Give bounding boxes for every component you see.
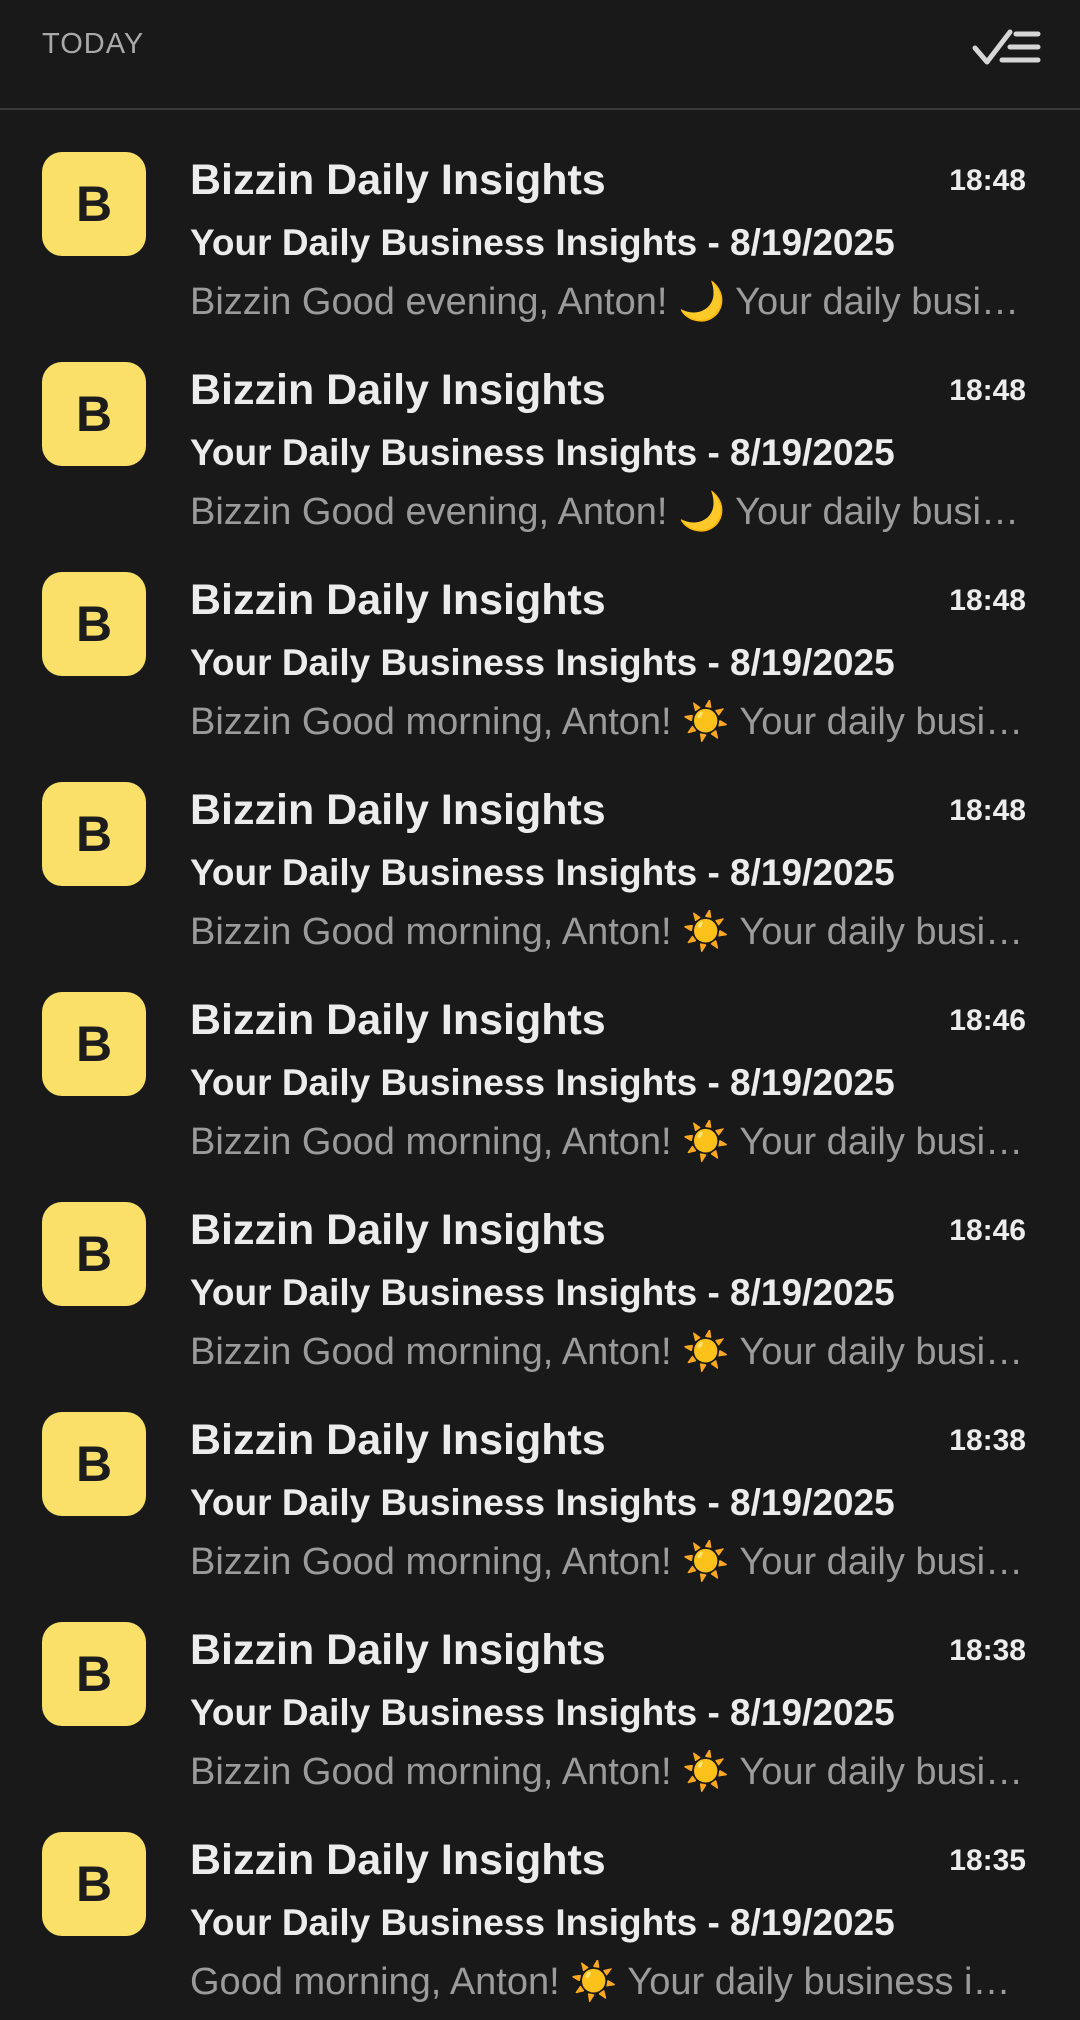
message-subject: Your Daily Business Insights - 8/19/2025 — [190, 1062, 895, 1103]
sender-name: Bizzin Daily Insights — [190, 156, 606, 204]
sender-avatar: B — [42, 1412, 146, 1516]
sender-name: Bizzin Daily Insights — [190, 1206, 606, 1254]
message-time: 18:46 — [949, 1214, 1026, 1247]
message-item[interactable]: B Bizzin Daily Insights 18:35 Your Daily… — [0, 1810, 1080, 2020]
sender-name: Bizzin Daily Insights — [190, 1836, 606, 1884]
message-preview: Bizzin Good morning, Anton! ☀️ Your dail… — [190, 1331, 1026, 1373]
message-preview: Bizzin Good evening, Anton! 🌙 Your daily… — [190, 491, 1026, 533]
message-time: 18:38 — [949, 1424, 1026, 1457]
sender-avatar: B — [42, 152, 146, 256]
message-preview: Bizzin Good morning, Anton! ☀️ Your dail… — [190, 1751, 1026, 1793]
checklist-check-icon — [972, 29, 1041, 65]
message-subject: Your Daily Business Insights - 8/19/2025 — [190, 1692, 895, 1733]
message-preview: Bizzin Good morning, Anton! ☀️ Your dail… — [190, 1121, 1026, 1163]
message-time: 18:46 — [949, 1004, 1026, 1037]
message-subject: Your Daily Business Insights - 8/19/2025 — [190, 1272, 895, 1313]
message-item[interactable]: B Bizzin Daily Insights 18:46 Your Daily… — [0, 970, 1080, 1180]
message-item[interactable]: B Bizzin Daily Insights 18:46 Your Daily… — [0, 1180, 1080, 1390]
message-preview: Bizzin Good morning, Anton! ☀️ Your dail… — [190, 1541, 1026, 1583]
sender-avatar: B — [42, 572, 146, 676]
message-subject: Your Daily Business Insights - 8/19/2025 — [190, 432, 895, 473]
message-preview: Bizzin Good morning, Anton! ☀️ Your dail… — [190, 701, 1026, 743]
sender-name: Bizzin Daily Insights — [190, 366, 606, 414]
message-preview: Good morning, Anton! ☀️ Your daily busin… — [190, 1961, 1026, 2003]
message-time: 18:48 — [949, 584, 1026, 617]
message-item[interactable]: B Bizzin Daily Insights 18:38 Your Daily… — [0, 1600, 1080, 1810]
sender-name: Bizzin Daily Insights — [190, 786, 606, 834]
sender-name: Bizzin Daily Insights — [190, 576, 606, 624]
message-item[interactable]: B Bizzin Daily Insights 18:48 Your Daily… — [0, 760, 1080, 970]
sender-avatar: B — [42, 992, 146, 1096]
message-item[interactable]: B Bizzin Daily Insights 18:48 Your Daily… — [0, 130, 1080, 340]
section-title: TODAY — [42, 28, 145, 60]
message-time: 18:35 — [949, 1844, 1026, 1877]
message-item[interactable]: B Bizzin Daily Insights 18:48 Your Daily… — [0, 340, 1080, 550]
message-time: 18:48 — [949, 794, 1026, 827]
message-time: 18:38 — [949, 1634, 1026, 1667]
sender-avatar: B — [42, 362, 146, 466]
message-list: B Bizzin Daily Insights 18:48 Your Daily… — [0, 130, 1080, 2020]
list-header: TODAY — [0, 0, 1080, 110]
sender-name: Bizzin Daily Insights — [190, 1626, 606, 1674]
sender-avatar: B — [42, 1202, 146, 1306]
message-item[interactable]: B Bizzin Daily Insights 18:38 Your Daily… — [0, 1390, 1080, 1600]
message-time: 18:48 — [949, 164, 1026, 197]
message-item[interactable]: B Bizzin Daily Insights 18:48 Your Daily… — [0, 550, 1080, 760]
sender-avatar: B — [42, 1832, 146, 1936]
message-time: 18:48 — [949, 374, 1026, 407]
sender-name: Bizzin Daily Insights — [190, 996, 606, 1044]
message-subject: Your Daily Business Insights - 8/19/2025 — [190, 1902, 895, 1943]
message-subject: Your Daily Business Insights - 8/19/2025 — [190, 852, 895, 893]
sender-avatar: B — [42, 1622, 146, 1726]
message-subject: Your Daily Business Insights - 8/19/2025 — [190, 1482, 895, 1523]
mark-all-read-button[interactable] — [972, 24, 1042, 70]
message-subject: Your Daily Business Insights - 8/19/2025 — [190, 642, 895, 683]
message-preview: Bizzin Good morning, Anton! ☀️ Your dail… — [190, 911, 1026, 953]
message-preview: Bizzin Good evening, Anton! 🌙 Your daily… — [190, 281, 1026, 323]
sender-avatar: B — [42, 782, 146, 886]
message-subject: Your Daily Business Insights - 8/19/2025 — [190, 222, 895, 263]
sender-name: Bizzin Daily Insights — [190, 1416, 606, 1464]
